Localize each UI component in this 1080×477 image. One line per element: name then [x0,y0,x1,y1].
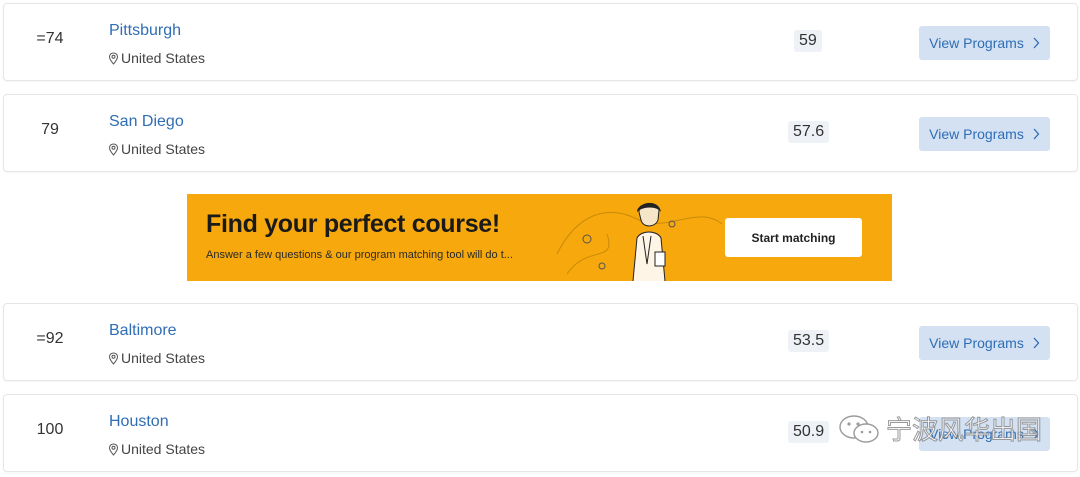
country-label: United States [121,350,206,366]
view-programs-button[interactable]: View Programs [919,326,1050,360]
chevron-right-icon [1033,337,1040,349]
view-programs-label: View Programs [929,335,1024,351]
country-location: United States [108,141,205,157]
watermark-text: 宁波风华出国 [885,416,1043,447]
rank-number: =74 [36,30,64,47]
city-link[interactable]: San Diego [109,113,184,131]
city-link[interactable]: Baltimore [109,322,177,340]
location-pin-icon [108,351,119,365]
country-label: United States [121,50,206,66]
ranking-row: 79 San Diego United States 57.6 View Pro… [3,94,1078,172]
score-badge: 59 [794,30,822,52]
banner-subtitle: Answer a few questions & our program mat… [206,249,513,261]
country-label: United States [121,141,206,157]
rank-number: =92 [36,330,64,347]
score-badge: 53.5 [788,330,830,352]
start-matching-button[interactable]: Start matching [725,218,862,257]
score-badge: 50.9 [788,421,830,443]
chevron-right-icon [1033,37,1040,49]
location-pin-icon [108,142,119,156]
view-programs-label: View Programs [929,126,1024,142]
location-pin-icon [108,51,119,65]
wechat-watermark: 宁波风华出国 [838,410,1043,447]
rank-number: 79 [41,121,59,138]
banner-title: Find your perfect course! [206,210,500,238]
city-link[interactable]: Houston [109,413,169,431]
student-illustration [556,202,723,281]
ranking-row: =74 Pittsburgh United States 59 View Pro… [3,3,1078,81]
country-label: United States [121,441,206,457]
ranking-row: =92 Baltimore United States 53.5 View Pr… [3,303,1078,381]
country-location: United States [108,50,205,66]
country-location: United States [108,441,205,457]
course-match-banner[interactable]: Find your perfect course! Answer a few q… [187,194,892,281]
location-pin-icon [108,442,119,456]
view-programs-button[interactable]: View Programs [919,26,1050,60]
wechat-icon [839,414,879,443]
rank-number: 100 [36,421,64,438]
view-programs-label: View Programs [929,35,1024,51]
chevron-right-icon [1033,128,1040,140]
score-badge: 57.6 [788,121,830,143]
country-location: United States [108,350,205,366]
view-programs-button[interactable]: View Programs [919,117,1050,151]
city-link[interactable]: Pittsburgh [109,22,181,40]
